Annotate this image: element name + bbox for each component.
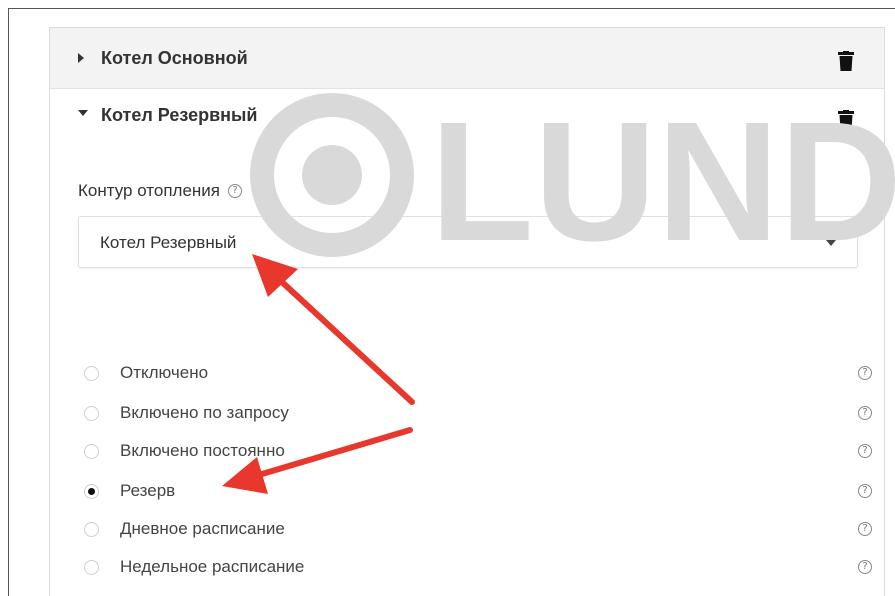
radio-icon[interactable] (84, 405, 99, 421)
trash-icon[interactable] (838, 110, 854, 130)
trash-icon[interactable] (838, 51, 854, 71)
accordion-header-reserve-boiler[interactable]: Котел Резервный (50, 89, 884, 143)
help-icon[interactable]: ? (228, 184, 243, 198)
caret-right-icon (78, 53, 84, 63)
help-icon[interactable]: ? (858, 444, 872, 458)
help-icon[interactable]: ? (858, 406, 872, 420)
radio-icon[interactable] (84, 559, 99, 575)
heating-circuit-selected-value: Котел Резервный (100, 233, 237, 252)
mode-option-label: Недельное расписание (120, 557, 305, 576)
mode-option-off[interactable]: Отключено ? (84, 360, 872, 386)
caret-down-icon (78, 110, 88, 116)
mode-option-label: Включено постоянно (120, 441, 285, 460)
chevron-down-icon (826, 240, 836, 246)
accordion-header-main-boiler[interactable]: Котел Основной (50, 28, 884, 89)
radio-icon[interactable] (84, 365, 99, 381)
help-icon[interactable]: ? (858, 522, 872, 536)
mode-option-reserve[interactable]: Резерв ? (84, 478, 872, 504)
help-icon[interactable]: ? (858, 366, 872, 380)
heating-circuit-select[interactable]: Котел Резервный (78, 216, 858, 268)
mode-option-label: Резерв (120, 481, 176, 500)
mode-option-label: Отключено (120, 363, 209, 382)
heating-circuit-label-row: Контур отопления ? (78, 181, 243, 201)
mode-option-daily-schedule[interactable]: Дневное расписание ? (84, 516, 872, 542)
mode-option-on-demand[interactable]: Включено по запросу ? (84, 400, 872, 426)
radio-icon[interactable] (84, 521, 99, 537)
help-icon[interactable]: ? (858, 484, 872, 498)
accordion-title-main-boiler: Котел Основной (101, 48, 248, 68)
radio-icon[interactable] (84, 443, 99, 459)
accordion-title-reserve-boiler: Котел Резервный (101, 105, 258, 125)
boiler-settings-panel: Котел Основной Котел Резервный Контур от… (49, 27, 885, 596)
heating-circuit-label: Контур отопления (78, 181, 221, 200)
mode-option-weekly-schedule[interactable]: Недельное расписание ? (84, 554, 872, 580)
screenshot-frame: Котел Основной Котел Резервный Контур от… (8, 8, 895, 596)
mode-option-always-on[interactable]: Включено постоянно ? (84, 438, 872, 464)
mode-option-label: Включено по запросу (120, 403, 289, 422)
mode-option-label: Дневное расписание (120, 519, 285, 538)
radio-icon[interactable] (84, 483, 99, 499)
help-icon[interactable]: ? (858, 560, 872, 574)
